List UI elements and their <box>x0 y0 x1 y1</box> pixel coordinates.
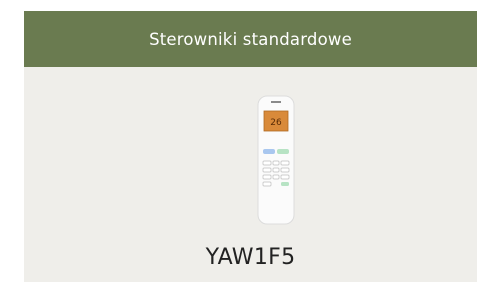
card-title: Sterowniki standardowe <box>149 29 352 49</box>
product-name[interactable]: YAW1F5 <box>24 245 477 270</box>
product-card[interactable]: Sterowniki standardowe 26 YAW1F5 <box>24 11 477 282</box>
card-header: Sterowniki standardowe <box>24 11 477 67</box>
remote-control-icon[interactable]: 26 <box>255 95 297 225</box>
svg-text:26: 26 <box>270 118 282 128</box>
